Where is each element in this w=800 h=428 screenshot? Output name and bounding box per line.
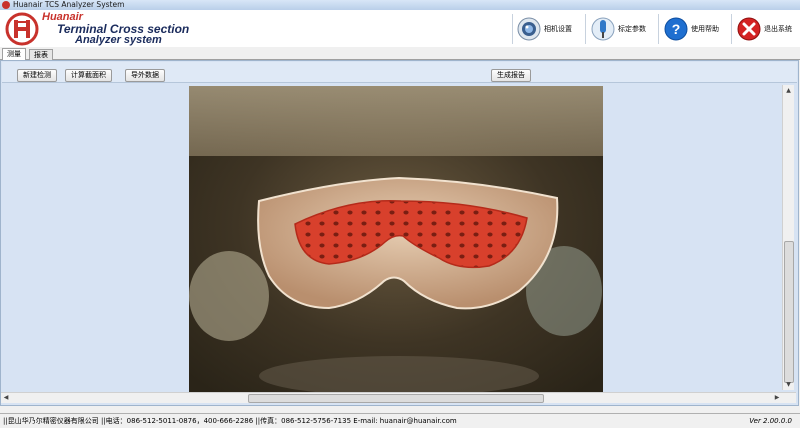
toolbar-separator — [512, 14, 513, 44]
version-text: Ver 2.00.0.0 — [749, 417, 792, 425]
vertical-scroll-thumb[interactable] — [784, 241, 794, 383]
horizontal-scroll-thumb[interactable] — [248, 394, 544, 403]
scroll-down-icon[interactable]: ▼ — [783, 379, 794, 390]
scroll-right-icon[interactable]: ▶ — [772, 393, 782, 403]
vertical-scrollbar[interactable]: ▲ ▼ — [782, 85, 794, 390]
app-icon — [2, 1, 10, 9]
horizontal-scrollbar[interactable]: ◀ ▶ — [1, 392, 796, 403]
exit-button[interactable]: 退出系统 — [737, 13, 792, 45]
scroll-left-icon[interactable]: ◀ — [1, 393, 11, 403]
brand-tagline-2: Analyzer system — [75, 34, 162, 46]
new-detect-button[interactable]: 新建检测 — [17, 69, 57, 82]
help-icon: ? — [664, 17, 688, 41]
calibration-label: 标定参数 — [618, 25, 646, 33]
toolbar-separator — [731, 14, 732, 44]
export-data-button[interactable]: 导外数据 — [125, 69, 165, 82]
toolbar-separator — [585, 14, 586, 44]
camera-settings-label: 相机设置 — [544, 25, 572, 33]
terminal-cross-section-photo — [189, 86, 603, 396]
calibration-button[interactable]: 标定参数 — [591, 13, 646, 45]
company-contact-text: ||昆山华乃尔精密仪器有限公司 ||电话：086-512-5011-0876，4… — [3, 417, 457, 425]
calc-area-button[interactable]: 计算截面积 — [65, 69, 112, 82]
tab-bar: 测量 报表 — [0, 47, 800, 61]
svg-text:?: ? — [672, 21, 681, 37]
camera-settings-button[interactable]: 相机设置 — [517, 13, 572, 45]
action-bar: 新建检测 计算截面积 导外数据 生成报告 — [2, 62, 797, 83]
generate-report-button[interactable]: 生成报告 — [491, 69, 531, 82]
toolbar-separator — [658, 14, 659, 44]
calibration-icon — [591, 17, 615, 41]
camera-icon — [517, 17, 541, 41]
app-header: Huanair Terminal Cross section Analyzer … — [0, 10, 800, 47]
huanair-logo-icon — [5, 12, 39, 46]
measure-panel: 新建检测 计算截面积 导外数据 生成报告 ▲ ▼ — [0, 60, 799, 406]
help-button[interactable]: ? 使用帮助 — [664, 13, 719, 45]
status-bar: ||昆山华乃尔精密仪器有限公司 ||电话：086-512-5011-0876，4… — [0, 413, 800, 428]
tab-report[interactable]: 报表 — [29, 49, 53, 60]
exit-label: 退出系统 — [764, 25, 792, 33]
help-label: 使用帮助 — [691, 25, 719, 33]
scroll-up-icon[interactable]: ▲ — [783, 85, 794, 96]
window-title: Huanair TCS Analyzer System — [13, 0, 125, 9]
exit-icon — [737, 17, 761, 41]
cross-section-image[interactable] — [189, 86, 603, 396]
